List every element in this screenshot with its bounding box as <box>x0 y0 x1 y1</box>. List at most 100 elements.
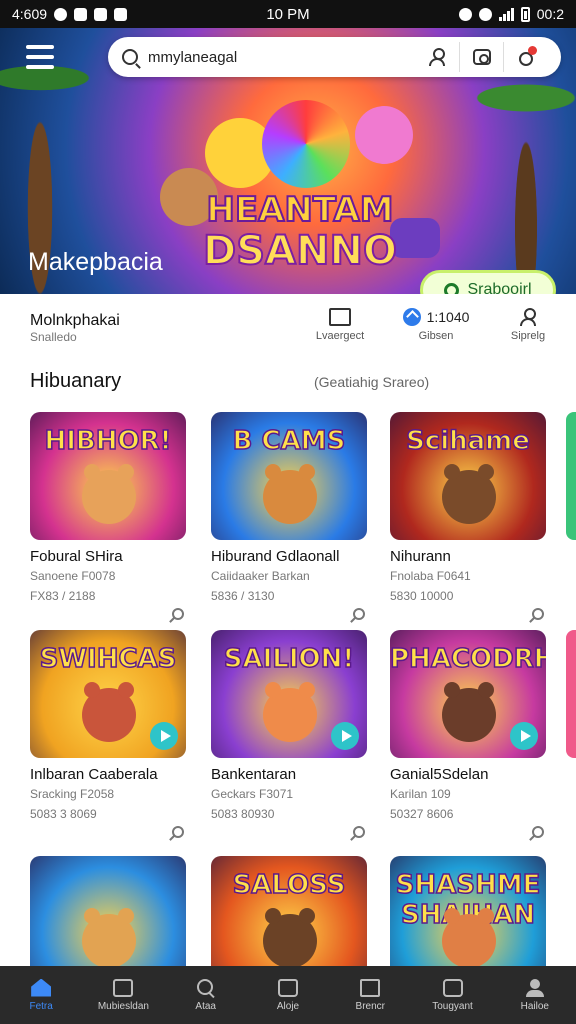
mascot-character <box>263 682 317 742</box>
game-thumbnail[interactable]: Scihame <box>390 412 546 540</box>
share-icon[interactable] <box>528 606 544 622</box>
bottom-nav: Fetra Mubiesldan Ataa Aloje Brencr Tougyant Ha… <box>0 966 576 1024</box>
game-title[interactable]: Ganial5Sdelan <box>390 766 546 783</box>
palm-tree-right <box>446 58 576 294</box>
user-icon <box>525 978 545 997</box>
nav-item-2[interactable]: Mubiesldan <box>82 966 164 1024</box>
next-card-peek <box>566 630 576 758</box>
stat-followers[interactable]: 1:1040 Gibsen <box>396 308 476 342</box>
game-thumbnail[interactable]: SHASHME SHAIHAN <box>390 856 546 984</box>
nav-item-3[interactable]: Ataa <box>165 966 247 1024</box>
frame-icon <box>442 978 463 997</box>
share-icon[interactable] <box>168 824 184 840</box>
mascot-character <box>82 464 136 524</box>
game-subtitle: Sanoene F0078 <box>30 569 116 583</box>
search-icon <box>444 282 460 294</box>
nav-label: Ataa <box>195 1000 216 1012</box>
home-icon <box>31 978 52 997</box>
share-icon[interactable] <box>349 824 365 840</box>
camera-button[interactable] <box>459 42 503 72</box>
stat-profile[interactable]: Siprelg <box>488 308 568 342</box>
bluetooth-icon <box>458 7 472 21</box>
game-art-title: SALOSS <box>232 869 346 901</box>
game-subtitle: Karilan 109 <box>390 787 451 801</box>
character-pink <box>355 106 413 164</box>
game-thumbnail[interactable]: B CAMS <box>211 412 367 540</box>
game-card[interactable]: HIBHOR! Fobural SHira Sanoene F0078 FX83 / … <box>30 412 186 624</box>
battery-icon <box>520 6 530 22</box>
search-bar[interactable] <box>108 37 561 77</box>
game-meta: 5083 80930 <box>211 807 275 821</box>
hero-title: Makepbacia <box>28 248 163 276</box>
game-subtitle: Geckars F3071 <box>211 787 294 801</box>
menu-icon[interactable] <box>26 45 54 69</box>
section-title: Hibuanary <box>30 370 122 392</box>
stat-label: Gibsen <box>418 330 454 342</box>
game-card[interactable]: SWIHCAS Inlbaran Caaberala Sracking F2058 5… <box>30 630 186 842</box>
wifi-icon <box>478 7 492 21</box>
image-icon <box>74 7 88 21</box>
box-icon <box>360 978 381 997</box>
game-card[interactable]: PHACODRH Ganial5Sdelan Karilan 109 50327 86… <box>390 630 546 842</box>
game-title[interactable]: Fobural SHira <box>30 548 186 565</box>
profile-name: Molnkphakai <box>30 312 120 329</box>
game-art-title: SAILION! <box>223 643 355 675</box>
game-title[interactable]: Bankentaran <box>211 766 367 783</box>
status-left: 4:609 <box>12 6 128 22</box>
game-meta: 5830 10000 <box>390 589 454 603</box>
search-input[interactable] <box>148 48 408 66</box>
window-icon <box>94 7 108 21</box>
game-thumbnail[interactable]: PHACODRH <box>390 630 546 758</box>
game-thumbnail[interactable] <box>30 856 186 984</box>
stat-watch[interactable]: Lvaergect <box>300 308 380 342</box>
play-icon[interactable] <box>331 722 359 750</box>
stat-label: Lvaergect <box>315 330 365 342</box>
play-icon[interactable] <box>510 722 538 750</box>
mascot-character <box>82 908 136 968</box>
nav-item-1[interactable]: Fetra <box>0 966 82 1024</box>
nav-item-5[interactable]: Brencr <box>329 966 411 1024</box>
share-icon[interactable] <box>528 824 544 840</box>
stat-value-row: 1:1040 <box>396 308 476 326</box>
alert-icon <box>54 7 68 21</box>
hero-game-logo: HEANTAM DSANNO <box>200 192 400 294</box>
game-title[interactable]: Inlbaran Caaberala <box>30 766 186 783</box>
game-thumbnail[interactable]: SAILION! <box>211 630 367 758</box>
status-left-text: 4:609 <box>12 6 48 22</box>
notifications-button[interactable] <box>503 42 547 72</box>
game-meta: 5083 3 8069 <box>30 807 97 821</box>
user-icon <box>429 48 445 66</box>
bag-icon <box>277 978 298 997</box>
nav-item-7[interactable]: Hailoe <box>494 966 576 1024</box>
nav-label: Fetra <box>29 1000 53 1012</box>
game-title[interactable]: Hiburand Gdlaonall <box>211 548 367 565</box>
game-subtitle: Fnolaba F0641 <box>390 569 471 583</box>
notification-icon <box>518 46 537 66</box>
game-card[interactable]: B CAMS Hiburand Gdlaonall Caiidaaker Barka… <box>211 412 367 624</box>
nav-item-4[interactable]: Aloje <box>247 966 329 1024</box>
hero-search-button[interactable]: Srabooirl <box>420 270 556 294</box>
game-thumbnail[interactable]: SALOSS <box>211 856 367 984</box>
share-icon[interactable] <box>349 606 365 622</box>
nav-item-6[interactable]: Tougyant <box>411 966 493 1024</box>
game-card[interactable]: SAILION! Bankentaran Geckars F3071 5083 809… <box>211 630 367 842</box>
status-right: 00:2 <box>458 6 564 22</box>
section-subtitle[interactable]: (Geatiahig Srareo) <box>314 374 429 390</box>
game-card[interactable]: Scihame Nihurann Fnolaba F0641 5830 10000 <box>390 412 546 624</box>
game-art-title: HIBHOR! <box>44 425 173 457</box>
stat-label: Siprelg <box>510 330 546 342</box>
user-icon-glyph <box>520 308 536 326</box>
game-title[interactable]: Nihurann <box>390 548 546 565</box>
play-icon[interactable] <box>150 722 178 750</box>
mascot-character <box>442 908 496 968</box>
tv-icon <box>329 308 351 326</box>
game-thumbnail[interactable]: SWIHCAS <box>30 630 186 758</box>
nav-label: Hailoe <box>520 1000 549 1012</box>
nav-label: Aloje <box>276 1000 300 1012</box>
next-card-peek <box>566 412 576 540</box>
account-button[interactable] <box>415 42 459 72</box>
game-thumbnail[interactable]: HIBHOR! <box>30 412 186 540</box>
mascot-character <box>263 908 317 968</box>
share-icon[interactable] <box>168 606 184 622</box>
game-art-title: Scihame <box>405 425 530 457</box>
